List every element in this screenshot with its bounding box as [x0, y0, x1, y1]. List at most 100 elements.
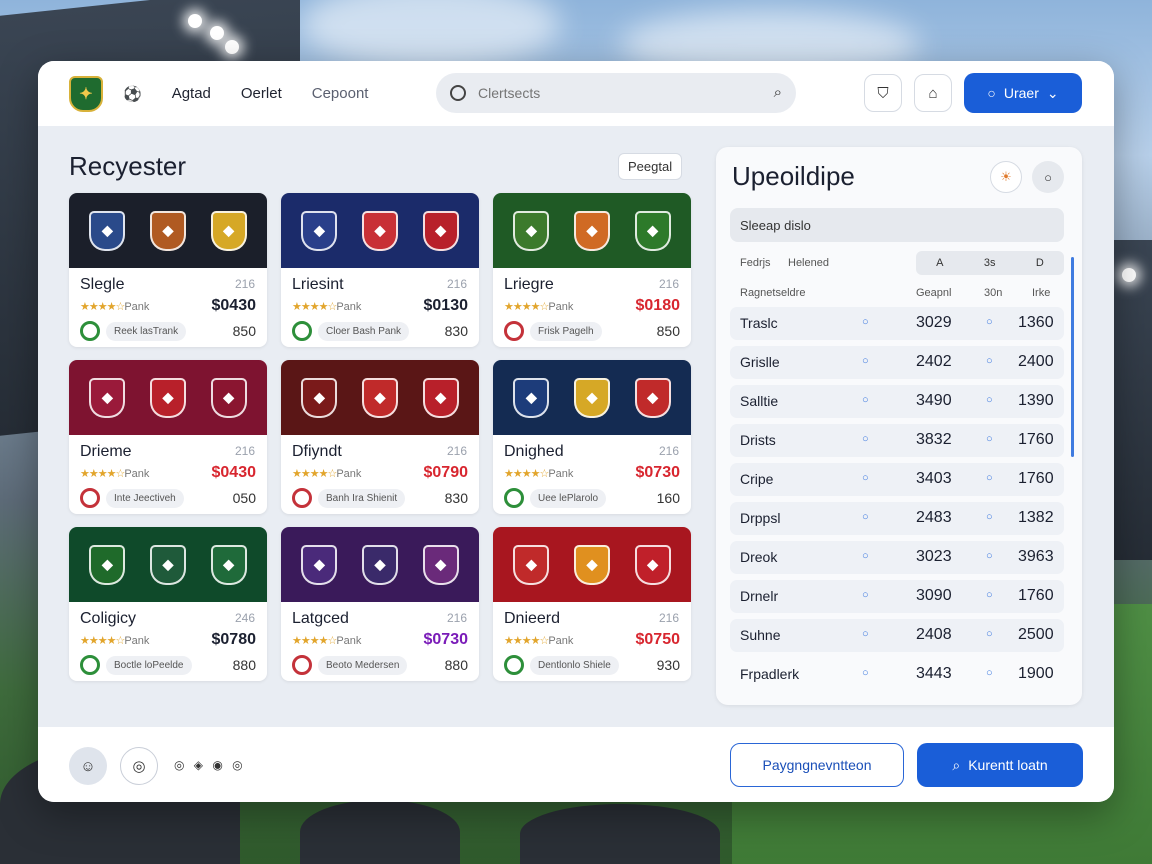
card-count: 880 [232, 657, 256, 673]
card-banner: ◆ ◆ ◆ [493, 193, 691, 268]
standings-row[interactable]: Frpadlerk ○ 3443 ○ 1900 [730, 658, 1064, 691]
team-card[interactable]: ◆ ◆ ◆ Dfiyndt 216 ★★★★☆Pank $0790 Banh Ira… [281, 360, 479, 514]
panel-filter[interactable]: Sleeap dislo [730, 208, 1064, 242]
standings-row[interactable]: Drnelr ○ 3090 ○ 1760 [730, 580, 1064, 613]
row-name: Salltie [740, 393, 779, 409]
chat-button[interactable]: ○ [1032, 161, 1064, 193]
card-banner: ◆ ◆ ◆ [281, 193, 479, 268]
team-card[interactable]: ◆ ◆ ◆ Slegle 216 ★★★★☆Pank $0430 Reek lasT… [69, 193, 267, 347]
scrollbar[interactable] [1071, 257, 1074, 457]
nav-link-3[interactable]: Cepoont [312, 85, 369, 102]
team-card[interactable]: ◆ ◆ ◆ Drieme 216 ★★★★☆Pank $0430 Inte Jeec… [69, 360, 267, 514]
team-card[interactable]: ◆ ◆ ◆ Lriesint 216 ★★★★☆Pank $0130 Cloer B… [281, 193, 479, 347]
team-card[interactable]: ◆ ◆ ◆ Latgced 216 ★★★★☆Pank $0730 Beoto Me… [281, 527, 479, 681]
standings-row[interactable]: Suhne ○ 2408 ○ 2500 [730, 619, 1064, 652]
standings-row[interactable]: Traslc ○ 3029 ○ 1360 [730, 307, 1064, 340]
standings-row[interactable]: Grislle ○ 2402 ○ 2400 [730, 346, 1064, 379]
rating-label: Pank [336, 634, 362, 647]
standings-row[interactable]: Salltie ○ 3490 ○ 1390 [730, 385, 1064, 418]
standings-panel: Upeoildipe ☀ ○ Sleeap dislo Fedrjs Helen… [716, 147, 1082, 705]
team-crest-icon: ◆ [89, 377, 126, 418]
team-number: 216 [658, 277, 679, 291]
card-tag[interactable]: Beoto Medersen [318, 655, 408, 675]
user-button[interactable]: ○ Uraer ⌄ [964, 73, 1082, 113]
soccer-ball-icon[interactable]: ⚽ [123, 85, 142, 103]
primary-action-button[interactable]: ⌕ Kurentt loatn [917, 743, 1083, 787]
secondary-action-button[interactable]: Paygngnevntteon [730, 743, 904, 787]
search-input[interactable] [478, 85, 748, 101]
bell-button[interactable]: ⌂ [914, 74, 952, 112]
face-button[interactable]: ☺ [69, 747, 107, 785]
card-tag[interactable]: Boctle loPeelde [106, 655, 192, 675]
row-name: Grislle [740, 354, 780, 370]
team-price: $0130 [423, 297, 469, 314]
team-card[interactable]: ◆ ◆ ◆ Lriegre 216 ★★★★☆Pank $0180 Frisk Pa… [493, 193, 691, 347]
team-crest-icon: ◆ [210, 544, 247, 585]
info-icon: ○ [862, 472, 869, 484]
row-value-1: 3090 [916, 587, 952, 604]
team-card[interactable]: ◆ ◆ ◆ Coligicy 246 ★★★★☆Pank $0780 Boctle … [69, 527, 267, 681]
row-name: Drppsl [740, 510, 781, 526]
nav-link-1[interactable]: Agtad [172, 85, 211, 102]
row-value-1: 3029 [916, 314, 952, 331]
standings-row[interactable]: Drppsl ○ 2483 ○ 1382 [730, 502, 1064, 535]
segment-3[interactable]: D [1036, 257, 1044, 269]
rating-stars: ★★★★☆Pank [504, 300, 574, 313]
team-crest-icon: ◆ [89, 210, 126, 251]
rating-stars: ★★★★☆Pank [504, 467, 574, 480]
standings-row[interactable]: Drists ○ 3832 ○ 1760 [730, 424, 1064, 457]
team-crest-icon: ◆ [422, 210, 459, 251]
row-name: Traslc [740, 315, 778, 331]
row-value-2: 1382 [1018, 509, 1054, 526]
status-dot-icon [292, 488, 312, 508]
status-dot-icon [80, 655, 100, 675]
card-tag[interactable]: Uee lePlarolo [530, 488, 607, 508]
face-icon: ☺ [80, 757, 96, 775]
standings-row[interactable]: Cripe ○ 3403 ○ 1760 [730, 463, 1064, 496]
team-name: Lriesint [292, 276, 344, 293]
team-card[interactable]: ◆ ◆ ◆ Dnighed 216 ★★★★☆Pank $0730 Uee lePl… [493, 360, 691, 514]
rating-stars: ★★★★☆Pank [292, 300, 362, 313]
row-value-2: 2500 [1018, 626, 1054, 643]
card-tag[interactable]: Reek lasTrank [106, 321, 187, 341]
rating-label: Pank [548, 634, 574, 647]
team-price: $0180 [635, 297, 681, 314]
shield-button[interactable]: ⛉ [864, 74, 902, 112]
info-icon: ○ [986, 433, 993, 445]
team-crest-icon: ◆ [149, 544, 186, 585]
team-card[interactable]: ◆ ◆ ◆ Dnieerd 216 ★★★★☆Pank $0750 Dentlonl… [493, 527, 691, 681]
segment-2[interactable]: 3s [984, 257, 996, 269]
search-icon[interactable]: ⌕ [774, 84, 782, 101]
search-bar[interactable]: ⌕ [436, 73, 796, 113]
card-tag[interactable]: Dentlonlo Shiele [530, 655, 619, 675]
fingerprint-button[interactable]: ◎ [120, 747, 158, 785]
pagination-dots[interactable]: ◎ ◈ ◉ ◎ [174, 758, 246, 772]
rating-stars: ★★★★☆Pank [80, 467, 150, 480]
status-dot-icon [292, 655, 312, 675]
team-crest-icon: ◆ [513, 377, 550, 418]
team-name: Dfiyndt [292, 443, 342, 460]
nav-link-2[interactable]: Oerlet [241, 85, 282, 102]
chevron-down-icon: ⌄ [1046, 84, 1059, 101]
standings-row[interactable]: Dreok ○ 3023 ○ 3963 [730, 541, 1064, 574]
team-price: $0430 [211, 297, 257, 314]
rating-label: Pank [124, 634, 150, 647]
card-tag[interactable]: Inte Jeectiveh [106, 488, 184, 508]
row-value-2: 1900 [1018, 665, 1054, 682]
card-count: 050 [232, 490, 256, 506]
row-name: Frpadlerk [740, 666, 800, 682]
team-crest-icon: ◆ [89, 544, 126, 585]
card-tag[interactable]: Frisk Pagelh [530, 321, 602, 341]
sun-button[interactable]: ☀ [990, 161, 1022, 193]
team-number: 216 [658, 444, 679, 458]
club-logo[interactable]: ✦ [69, 75, 103, 112]
card-tag[interactable]: Cloer Bash Pank [318, 321, 410, 341]
team-crest-icon: ◆ [301, 544, 338, 585]
segmented-control[interactable]: A 3s D [916, 251, 1064, 275]
card-tag[interactable]: Banh Ira Shienit [318, 488, 406, 508]
row-value-1: 3490 [916, 392, 952, 409]
filter-chip[interactable]: Peegtal [618, 153, 683, 180]
team-crest-icon: ◆ [573, 377, 610, 418]
segment-1[interactable]: A [936, 257, 943, 269]
team-price: $0730 [423, 631, 469, 648]
